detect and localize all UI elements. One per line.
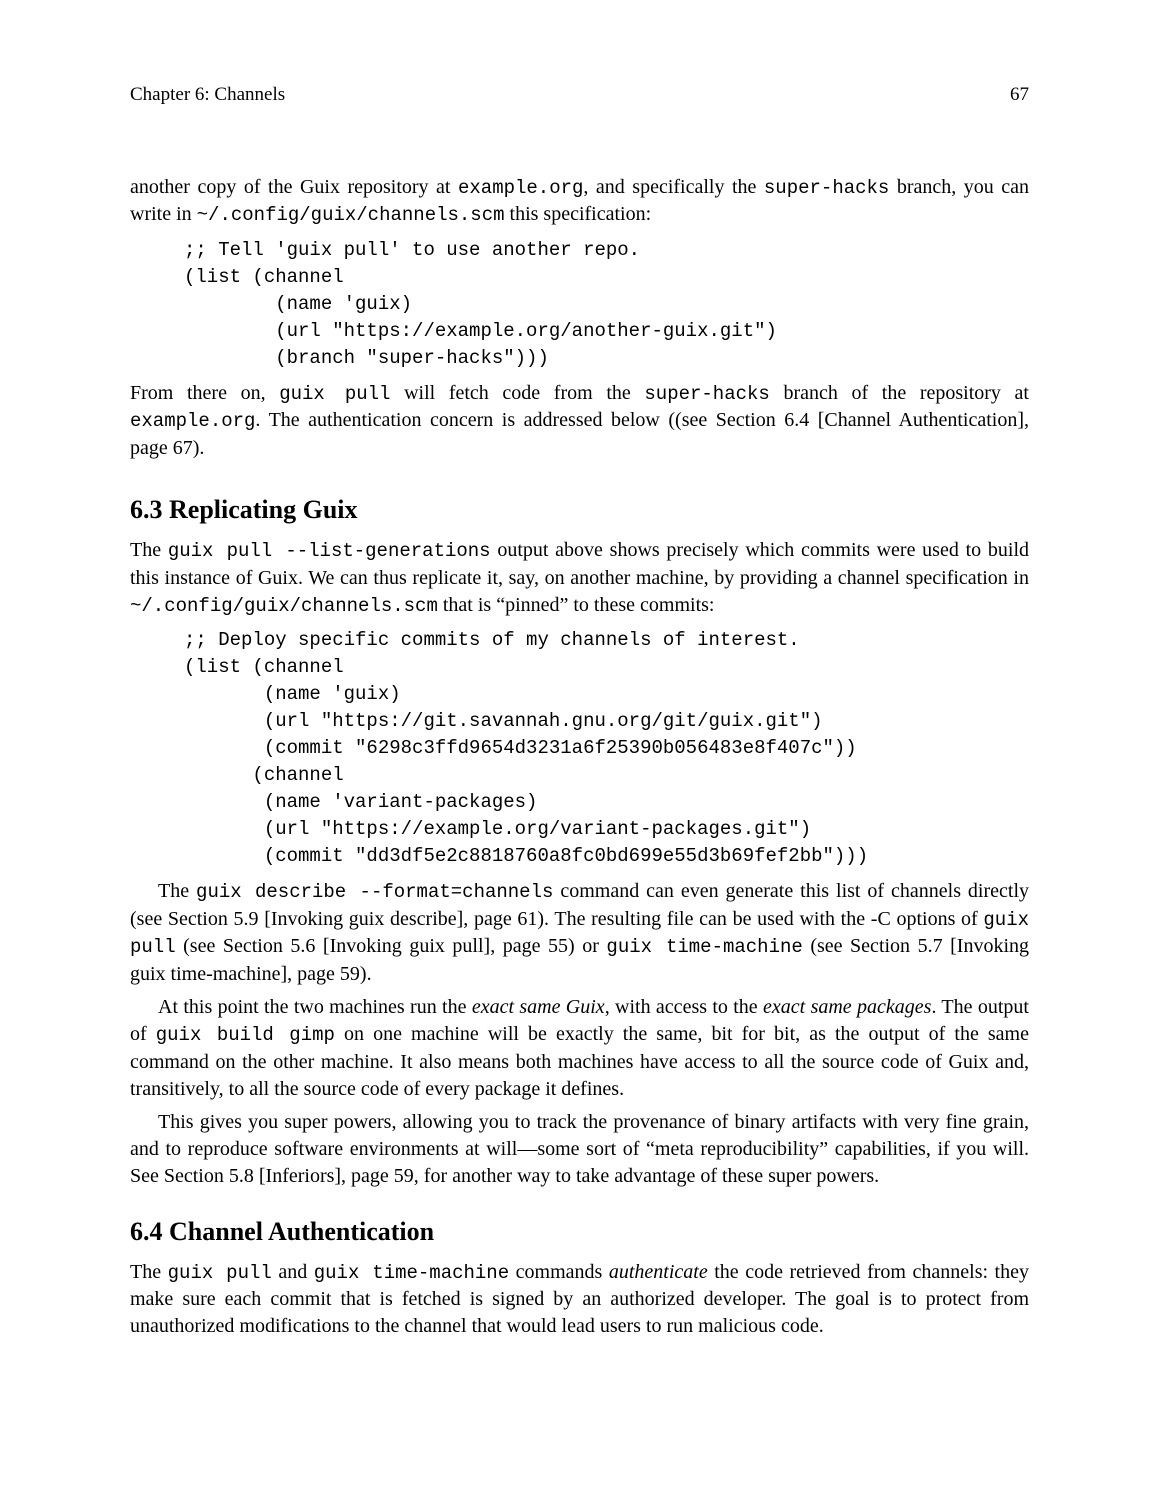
code-inline: example.org xyxy=(130,410,255,432)
s63-p4: This gives you super powers, allowing yo… xyxy=(130,1109,1029,1190)
section-6-4-heading: 6.4 Channel Authentication xyxy=(130,1214,1029,1249)
code-inline: super-hacks xyxy=(644,383,769,405)
section-6-3-heading: 6.3 Replicating Guix xyxy=(130,492,1029,527)
code-inline: guix time-machine xyxy=(314,1262,509,1284)
code-inline: guix pull --list-generations xyxy=(168,540,491,562)
text: At this point the two machines run the xyxy=(158,996,472,1018)
text: The xyxy=(130,1261,168,1283)
code-block-1: ;; Tell 'guix pull' to use another repo.… xyxy=(184,237,1029,372)
italic-text: exact same Guix xyxy=(472,996,605,1018)
text: that is “pinned” to these commits: xyxy=(438,594,715,616)
text: , and specifically the xyxy=(583,176,764,198)
italic-text: exact same packages xyxy=(763,996,931,1018)
running-head-left: Chapter 6: Channels xyxy=(130,82,285,108)
code-inline: ~/.config/guix/channels.scm xyxy=(130,595,438,617)
code-inline: super-hacks xyxy=(764,177,889,199)
text: The xyxy=(130,539,168,561)
text: and xyxy=(272,1261,314,1283)
italic-text: authenticate xyxy=(609,1261,708,1283)
text: branch of the repository at xyxy=(770,382,1029,404)
text: (see Section 5.6 [Invoking guix pull], p… xyxy=(176,935,607,957)
text: The xyxy=(158,880,196,902)
s63-p2: The guix describe --format=channels comm… xyxy=(130,878,1029,988)
s63-p1: The guix pull --list-generations output … xyxy=(130,537,1029,619)
text: this specification: xyxy=(505,203,652,225)
text: another copy of the Guix repository at xyxy=(130,176,458,198)
code-block-2: ;; Deploy specific commits of my channel… xyxy=(184,627,1029,870)
code-inline: ~/.config/guix/channels.scm xyxy=(197,204,505,226)
text: . The authentication concern is addresse… xyxy=(130,409,1029,459)
intro-paragraph: another copy of the Guix repository at e… xyxy=(130,174,1029,229)
running-head: Chapter 6: Channels 67 xyxy=(130,82,1029,108)
text: From there on, xyxy=(130,382,279,404)
code-inline: example.org xyxy=(458,177,583,199)
code-inline: guix pull xyxy=(279,383,390,405)
text: commands xyxy=(509,1261,609,1283)
code-inline: guix pull xyxy=(168,1262,272,1284)
page: Chapter 6: Channels 67 another copy of t… xyxy=(0,0,1159,1500)
text: will fetch code from the xyxy=(390,382,644,404)
page-number: 67 xyxy=(1010,82,1029,108)
text: , with access to the xyxy=(605,996,763,1018)
s64-p1: The guix pull and guix time-machine comm… xyxy=(130,1259,1029,1341)
code-inline: guix build gimp xyxy=(156,1024,335,1046)
after-code1-paragraph: From there on, guix pull will fetch code… xyxy=(130,380,1029,462)
s63-p3: At this point the two machines run the e… xyxy=(130,994,1029,1103)
code-inline: guix time-machine xyxy=(606,936,802,958)
code-inline: guix describe --format=channels xyxy=(196,881,553,903)
